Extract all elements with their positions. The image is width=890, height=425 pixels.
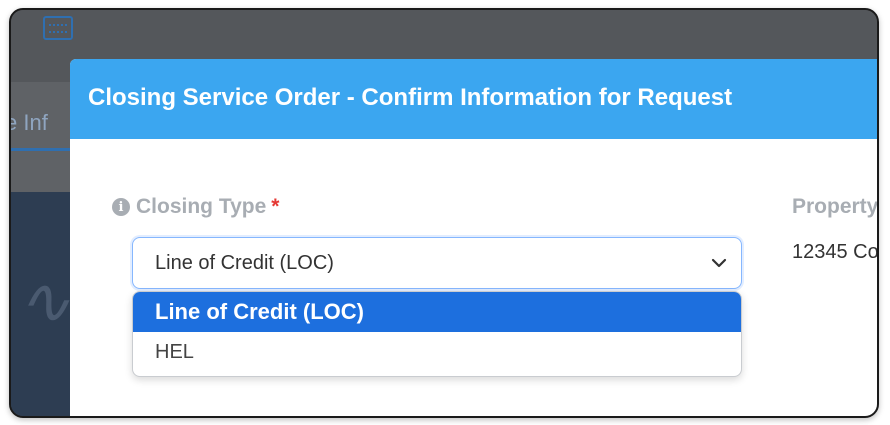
closing-type-select[interactable]: Line of Credit (LOC) — [132, 237, 742, 289]
background-tab-underline — [11, 148, 71, 151]
logo-swoosh-icon: ∿ — [17, 265, 71, 339]
chevron-down-icon — [711, 258, 727, 268]
closing-type-label: i Closing Type * — [112, 195, 279, 219]
info-circle-icon[interactable]: i — [112, 198, 130, 216]
closing-service-order-modal: Closing Service Order - Confirm Informat… — [70, 59, 879, 416]
calendar-icon — [43, 16, 73, 40]
closing-type-selected-value: Line of Credit (LOC) — [155, 252, 334, 274]
dropdown-option-loc[interactable]: Line of Credit (LOC) — [133, 292, 741, 332]
modal-title: Closing Service Order - Confirm Informat… — [88, 84, 733, 111]
property-value: 12345 Co — [792, 241, 879, 263]
closing-type-label-text: Closing Type — [136, 195, 267, 218]
dropdown-option-hel[interactable]: HEL — [133, 332, 741, 372]
property-label: Property — [792, 195, 879, 218]
background-tab-label: e Inf — [9, 110, 48, 135]
background-tab — [11, 82, 71, 192]
closing-type-dropdown: Line of Credit (LOC) HEL — [132, 291, 742, 377]
app-window: e Inf ∿ Closing Service Order - Confirm … — [9, 8, 879, 418]
required-marker: * — [271, 195, 280, 218]
modal-header: Closing Service Order - Confirm Informat… — [70, 59, 877, 139]
